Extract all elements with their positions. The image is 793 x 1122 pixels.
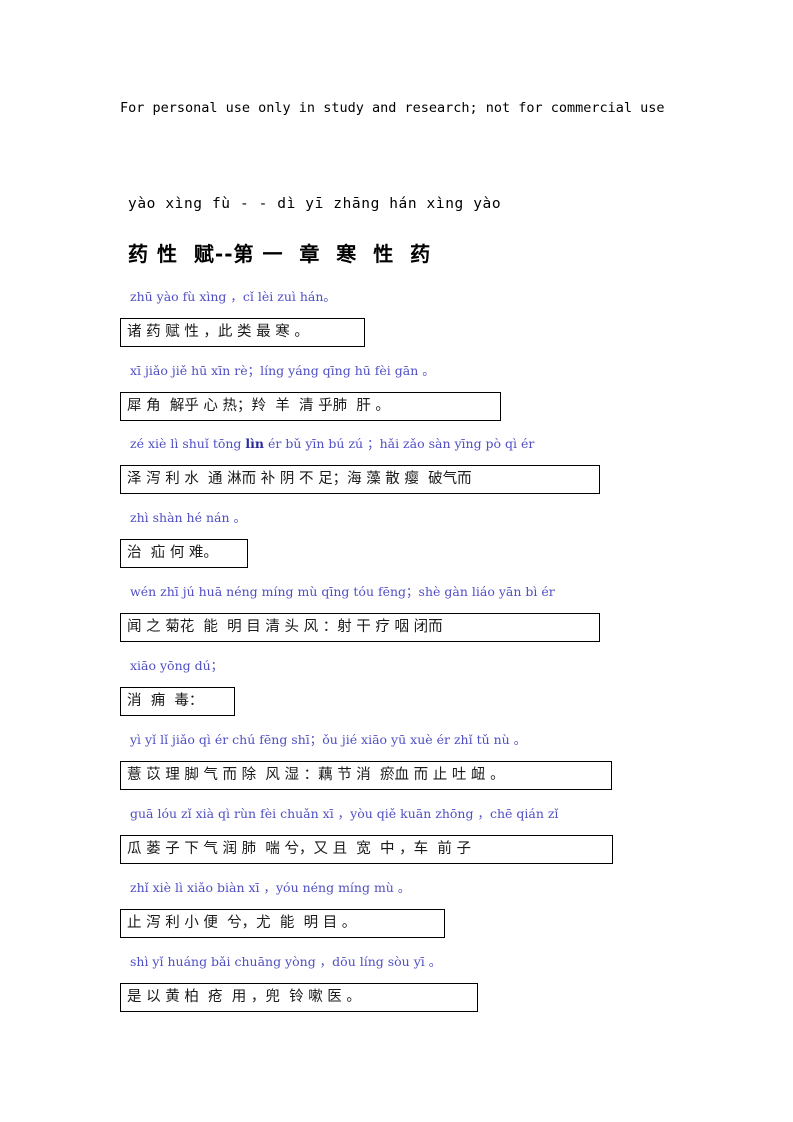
hanzi-box: 闻 之 菊花 能 明 目 清 头 风 ：射 干 疗 咽 闭而 bbox=[120, 613, 600, 642]
document-page: For personal use only in study and resea… bbox=[0, 0, 793, 1122]
pinyin-line: xiāo yōng dú； bbox=[130, 658, 224, 673]
hanzi-box: 治 疝 何 难。 bbox=[120, 539, 248, 568]
hanzi-box: 是 以 黄 柏 疮 用 ，兜 铃 嗽 医 。 bbox=[120, 983, 478, 1012]
pinyin-line: yì yǐ lǐ jiǎo qì ér chú fēng shī；ǒu jié … bbox=[130, 732, 527, 747]
hanzi-box: 薏 苡 理 脚 气 而 除 风 湿 ：藕 节 消 瘀血 而 止 吐 衄 。 bbox=[120, 761, 612, 790]
usage-notice: For personal use only in study and resea… bbox=[120, 100, 665, 116]
pinyin-line: zhǐ xiè lì xiǎo biàn xī ，yóu néng míng m… bbox=[130, 880, 411, 895]
pinyin-segment: ér bǔ yīn bú zú ；hǎi zǎo sàn yīng pò qì … bbox=[264, 436, 535, 451]
pinyin-line: guā lóu zǐ xià qì rùn fèi chuǎn xī ，yòu … bbox=[130, 806, 559, 821]
pinyin-emphasis: lìn bbox=[245, 436, 264, 451]
hanzi-box: 泽 泻 利 水 通 淋而 补 阴 不 足；海 藻 散 瘿 破气而 bbox=[120, 465, 600, 494]
pinyin-segment: zé xiè lì shuǐ tōng bbox=[130, 436, 246, 451]
hanzi-box: 消 痈 毒： bbox=[120, 687, 235, 716]
pinyin-line: xī jiǎo jiě hū xīn rè；líng yáng qīng hū … bbox=[130, 363, 435, 378]
hanzi-box: 犀 角 解乎 心 热；羚 羊 清 乎肺 肝 。 bbox=[120, 392, 501, 421]
hanzi-box: 瓜 蒌 子 下 气 润 肺 喘 兮，又 且 宽 中 ，车 前 子 bbox=[120, 835, 613, 864]
title-hanzi: 药 性 赋--第 一 章 寒 性 药 bbox=[128, 242, 432, 266]
pinyin-line: zhū yào fù xìng ，cǐ lèi zuì hán。 bbox=[130, 289, 336, 304]
hanzi-box: 诸 药 赋 性 ，此 类 最 寒 。 bbox=[120, 318, 365, 347]
hanzi-box: 止 泻 利 小 便 兮，尤 能 明 目 。 bbox=[120, 909, 445, 938]
pinyin-line: shì yǐ huáng bǎi chuāng yòng ，dōu líng s… bbox=[130, 954, 442, 969]
title-pinyin: yào xìng fù - - dì yī zhāng hán xìng yào bbox=[128, 196, 502, 212]
pinyin-line: wén zhī jú huā néng míng mù qīng tóu fēn… bbox=[130, 584, 555, 599]
pinyin-line: zé xiè lì shuǐ tōng lìn ér bǔ yīn bú zú … bbox=[130, 433, 534, 452]
pinyin-line: zhì shàn hé nán 。 bbox=[130, 510, 246, 525]
